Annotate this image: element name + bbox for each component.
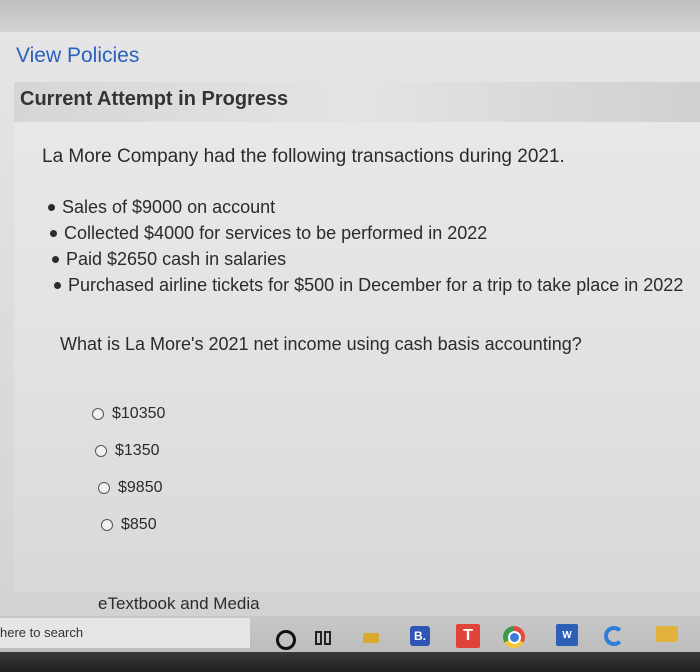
answer-option-3[interactable]: $9850 <box>98 474 165 502</box>
b-app-icon[interactable]: B. <box>410 626 430 646</box>
chrome-icon-center <box>507 630 521 644</box>
option-label: $1350 <box>115 442 160 459</box>
cropped-header <box>0 0 700 32</box>
list-item: Sales of $9000 on account <box>48 194 683 220</box>
answer-option-2[interactable]: $1350 <box>95 437 165 465</box>
attempt-title: Current Attempt in Progress <box>20 88 289 110</box>
radio-button[interactable] <box>92 408 104 420</box>
search-placeholder: here to search <box>0 625 84 640</box>
screen: View Policies Current Attempt in Progres… <box>0 0 700 672</box>
radio-button[interactable] <box>98 482 110 494</box>
option-label: $9850 <box>118 479 163 496</box>
edge-icon[interactable] <box>604 626 624 646</box>
answer-options: $10350 $1350 $9850 $850 <box>92 400 165 548</box>
chrome-icon[interactable] <box>503 626 525 648</box>
radio-button[interactable] <box>95 445 107 457</box>
list-item: Purchased airline tickets for $500 in De… <box>54 272 683 298</box>
answer-option-4[interactable]: $850 <box>101 511 165 539</box>
view-policies-link[interactable]: View Policies <box>16 44 139 68</box>
answer-option-1[interactable]: $10350 <box>92 400 165 428</box>
list-item: Collected $4000 for services to be perfo… <box>50 220 683 246</box>
t-app-icon[interactable]: T <box>456 624 480 648</box>
file-explorer-icon[interactable] <box>656 626 678 642</box>
question-prompt: What is La More's 2021 net income using … <box>60 334 582 354</box>
etextbook-media-link[interactable]: eTextbook and Media <box>98 594 260 614</box>
option-label: $850 <box>121 516 157 533</box>
task-view-pane <box>324 631 331 645</box>
radio-button[interactable] <box>101 519 113 531</box>
list-item: Paid $2650 cash in salaries <box>52 246 683 272</box>
monitor-bezel <box>0 652 700 672</box>
word-icon[interactable]: W <box>556 624 578 646</box>
task-view-icon[interactable] <box>315 630 333 646</box>
question-intro: La More Company had the following transa… <box>42 146 565 167</box>
task-view-pane <box>315 631 322 645</box>
transaction-list: Sales of $9000 on account Collected $400… <box>48 194 683 298</box>
option-label: $10350 <box>112 405 166 422</box>
cortana-icon[interactable] <box>276 630 296 650</box>
folder-icon[interactable] <box>363 633 379 643</box>
